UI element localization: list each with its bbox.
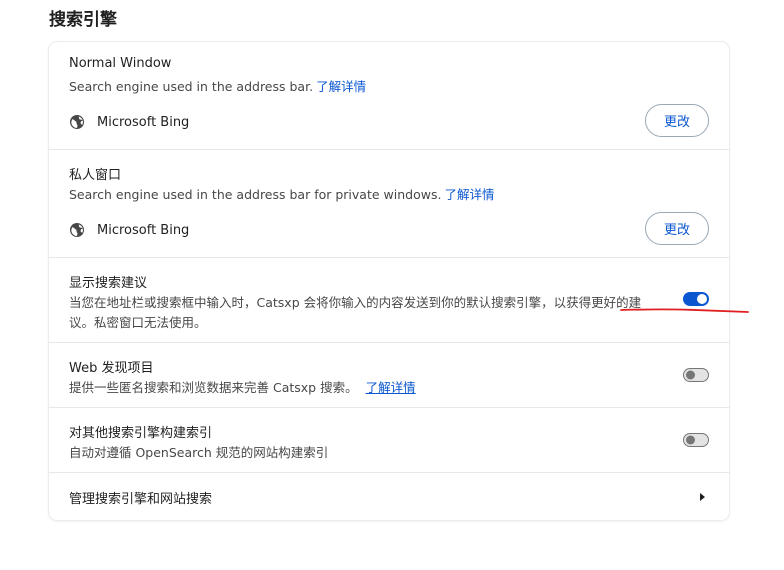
manage-search-engines-row[interactable]: 管理搜索引擎和网站搜索 <box>49 473 729 520</box>
web-discovery-title: Web 发现项目 <box>69 361 154 376</box>
index-other-engines-title: 对其他搜索引擎构建索引 <box>69 426 213 441</box>
private-window-learn-more-link[interactable]: 了解详情 <box>444 187 494 202</box>
private-window-title: 私人窗口 <box>69 168 122 183</box>
index-other-engines-row[interactable]: 对其他搜索引擎构建索引 自动对遵循 OpenSearch 规范的网站构建索引 <box>49 408 729 473</box>
search-engine-card: Normal Window Search engine used in the … <box>49 42 729 520</box>
globe-icon <box>70 223 84 237</box>
normal-window-description: Search engine used in the address bar. 了解… <box>69 76 366 95</box>
web-discovery-description: 提供一些匿名搜索和浏览数据来完善 Catsxp 搜索。 了解详情 <box>69 377 416 396</box>
search-suggestions-row[interactable]: 显示搜索建议 当您在地址栏或搜索框中输入时，Catsxp 会将你输入的内容发送到… <box>49 258 729 343</box>
private-window-row: 私人窗口 Search engine used in the address b… <box>49 150 729 258</box>
page-title: 搜索引擎 <box>49 10 117 30</box>
normal-window-description-text: Search engine used in the address bar. <box>69 79 314 94</box>
toggle-knob <box>686 435 695 445</box>
private-window-engine-name: Microsoft Bing <box>97 222 190 238</box>
normal-window-engine-name: Microsoft Bing <box>97 114 190 130</box>
normal-window-row: Normal Window Search engine used in the … <box>49 42 729 150</box>
toggle-knob <box>686 370 695 380</box>
normal-window-change-button[interactable]: 更改 <box>645 104 709 137</box>
private-window-description: Search engine used in the address bar fo… <box>69 184 494 203</box>
index-other-engines-description: 自动对遵循 OpenSearch 规范的网站构建索引 <box>69 445 329 460</box>
web-discovery-learn-more-link[interactable]: 了解详情 <box>366 380 416 395</box>
index-other-engines-toggle[interactable] <box>683 433 709 447</box>
search-suggestions-description-line1: 当您在地址栏或搜索框中输入时，Catsxp 会将你输入的内容发送到你的默认搜索引… <box>69 295 642 310</box>
globe-icon <box>70 115 84 129</box>
chevron-right-icon <box>700 493 705 501</box>
private-window-description-text: Search engine used in the address bar fo… <box>69 187 442 202</box>
toggle-knob <box>697 294 707 304</box>
search-suggestions-description-line2: 议。私密窗口无法使用。 <box>69 315 207 330</box>
manage-search-engines-title: 管理搜索引擎和网站搜索 <box>69 492 213 507</box>
red-annotation-underline <box>620 308 749 313</box>
normal-window-engine: Microsoft Bing <box>69 114 189 130</box>
normal-window-learn-more-link[interactable]: 了解详情 <box>316 79 366 94</box>
search-suggestions-title: 显示搜索建议 <box>69 276 148 291</box>
web-discovery-description-text: 提供一些匿名搜索和浏览数据来完善 Catsxp 搜索。 <box>69 380 358 395</box>
search-suggestions-toggle[interactable] <box>683 292 709 306</box>
web-discovery-row[interactable]: Web 发现项目 提供一些匿名搜索和浏览数据来完善 Catsxp 搜索。 了解详情 <box>49 343 729 408</box>
web-discovery-toggle[interactable] <box>683 368 709 382</box>
private-window-change-button[interactable]: 更改 <box>645 212 709 245</box>
private-window-engine: Microsoft Bing <box>69 222 189 238</box>
normal-window-title: Normal Window <box>69 56 172 71</box>
